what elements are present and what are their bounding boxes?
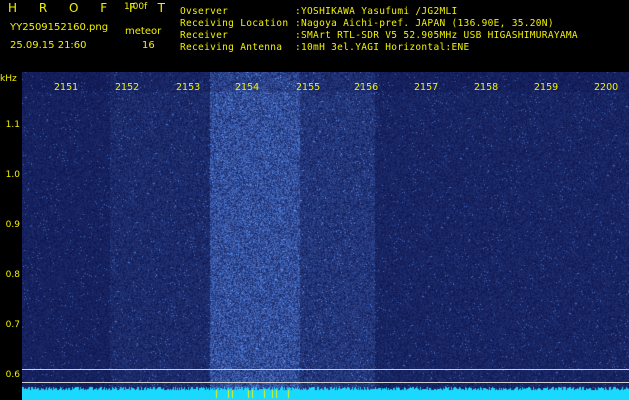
time-tick-label: 2200 [594,82,619,93]
info-label-antenna: Receiving Antenna [180,42,283,53]
info-value-location: :Nagoya Aichi-pref. JAPAN (136.90E, 35.2… [295,18,554,29]
time-tick-label: 2151 [54,82,79,93]
y-axis-unit: kHz [0,74,17,84]
info-value-receiver: :SMArt RTL-SDR V5 52.905MHz USB HIGASHIM… [295,30,578,41]
time-tick-label: 2155 [296,82,321,93]
reference-line-lower [22,382,629,383]
time-tick-label: 2157 [414,82,439,93]
app-brand: H R O F F T [8,1,175,15]
info-label-receiver: Receiver [180,30,229,41]
time-tick-label: 2153 [176,82,201,93]
info-label-location: Receiving Location [180,18,289,29]
header-bar: H R O F F T 1.00f YY2509152160.png meteo… [0,0,629,70]
y-tick-label: 0.7 [5,320,20,330]
reference-line-upper [22,369,629,370]
spectrogram-plot [22,72,629,400]
observation-mode: meteor [125,26,162,37]
info-label-observer: Ovserver [180,6,229,17]
y-tick-label: 0.8 [5,270,20,280]
app-version: 1.00f [124,2,148,12]
info-value-antenna: :10mH 3el.YAGI Horizontal:ENE [295,42,470,53]
event-count: 16 [142,40,155,51]
y-tick-label: 0.9 [5,220,20,230]
time-tick-label: 2158 [474,82,499,93]
image-filename: YY2509152160.png [10,22,109,33]
y-tick-label: 0.6 [5,370,20,380]
y-tick-label: 1.0 [5,170,20,180]
observation-datetime: 25.09.15 21:60 [10,40,87,51]
time-tick-label: 2159 [534,82,559,93]
spectrogram-canvas [22,72,629,400]
time-tick-label: 2152 [115,82,140,93]
time-tick-label: 2154 [235,82,260,93]
y-tick-label: 1.1 [5,120,20,130]
time-tick-label: 2156 [354,82,379,93]
info-value-observer: :YOSHIKAWA Yasufumi /JG2MLI [295,6,458,17]
